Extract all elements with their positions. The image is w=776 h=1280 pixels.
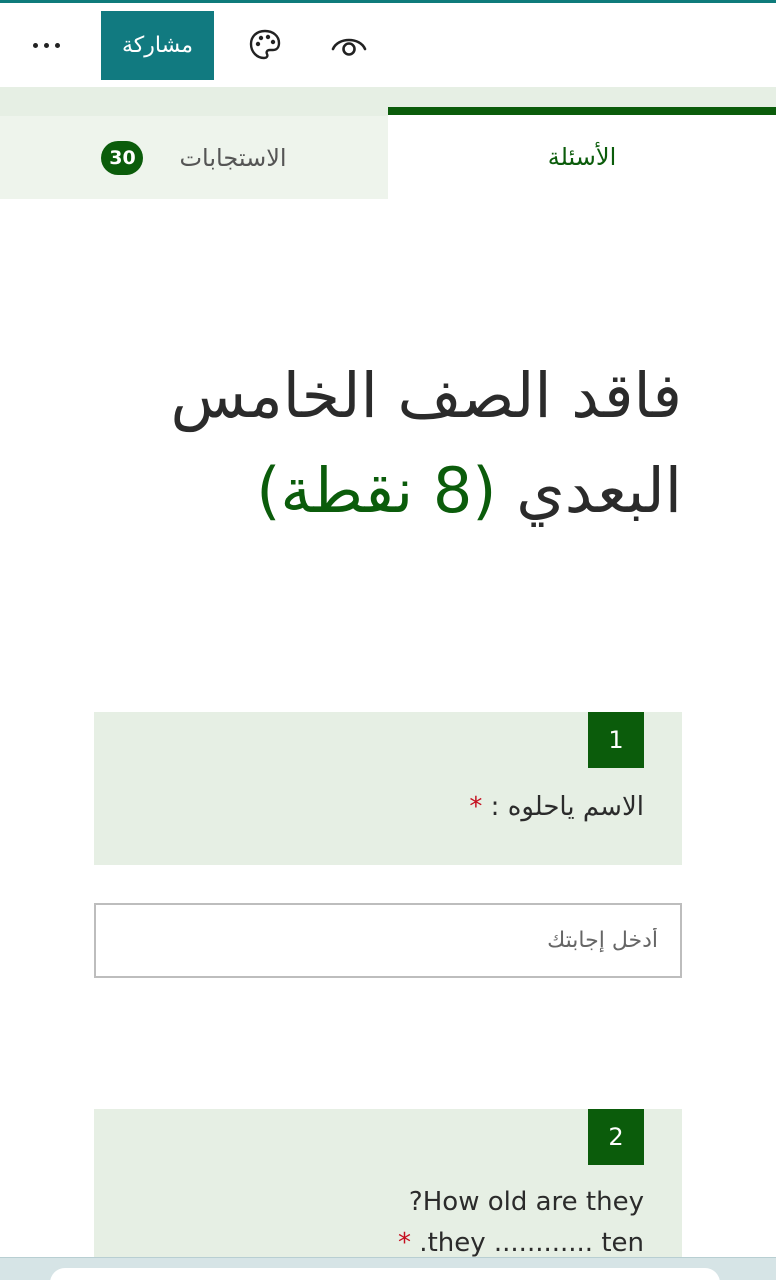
form-title-line2-text: البعدي xyxy=(516,454,682,527)
form-title-line2: البعدي (8 نقطة) xyxy=(90,443,682,538)
browser-address-pill[interactable] xyxy=(50,1268,720,1280)
question-text-2-line2-label: they ............ ten. xyxy=(419,1228,644,1258)
toolbar: مشاركة xyxy=(0,3,776,87)
question-number-1: 1 xyxy=(588,712,644,768)
more-options-button[interactable] xyxy=(22,23,70,67)
forms-page: مشاركة الأسئلة الاستجابات 30 فاقد الصف ا… xyxy=(0,0,776,1280)
responses-count-badge: 30 xyxy=(101,140,144,175)
form-title-line1: فاقد الصف الخامس xyxy=(170,359,682,432)
tab-responses[interactable]: الاستجابات 30 xyxy=(0,116,388,199)
question-card-2: 2 How old are they? they ............ te… xyxy=(94,1109,682,1269)
question-text-1-label: الاسم ياحلوه : xyxy=(490,792,644,822)
tab-questions[interactable]: الأسئلة xyxy=(388,107,776,199)
share-button[interactable]: مشاركة xyxy=(101,11,214,80)
more-dot xyxy=(32,42,38,48)
share-button-label: مشاركة xyxy=(121,33,193,58)
eye-icon xyxy=(331,38,367,56)
form-title: فاقد الصف الخامس البعدي (8 نقطة) xyxy=(90,348,682,538)
tab-responses-label: الاستجابات xyxy=(179,143,287,172)
tab-questions-label: الأسئلة xyxy=(547,143,617,171)
answer-input-1[interactable] xyxy=(94,903,682,978)
form-points: (8 نقطة) xyxy=(256,454,497,527)
question-text-1: الاسم ياحلوه : * xyxy=(469,792,644,822)
palette-icon xyxy=(249,29,281,60)
required-marker: * xyxy=(398,1228,412,1258)
theme-button[interactable] xyxy=(245,25,285,65)
question-text-2-line2: they ............ ten. * xyxy=(398,1228,644,1258)
question-card-1: 1 الاسم ياحلوه : * xyxy=(94,712,682,865)
more-dot xyxy=(54,42,60,48)
more-dot xyxy=(43,42,49,48)
question-number-2: 2 xyxy=(588,1109,644,1165)
preview-button[interactable] xyxy=(329,25,369,65)
question-text-2-line1: How old are they? xyxy=(408,1187,644,1217)
required-marker: * xyxy=(469,792,483,822)
